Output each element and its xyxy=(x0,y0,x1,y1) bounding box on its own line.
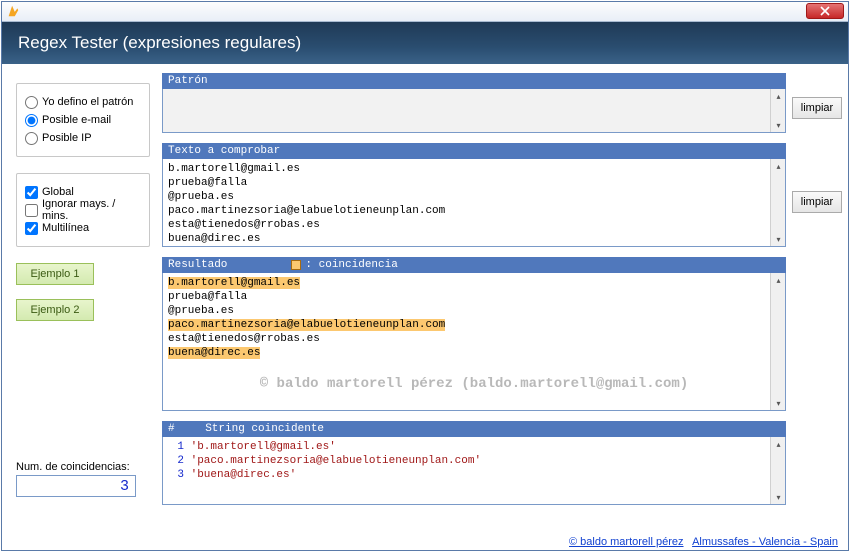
titlebar-left xyxy=(6,4,20,18)
pattern-input[interactable]: ▴▾ xyxy=(162,89,786,133)
close-button[interactable] xyxy=(806,3,844,19)
watermark: © baldo martorell pérez (baldo.martorell… xyxy=(260,376,688,392)
radio-define-label: Yo defino el patrón xyxy=(42,96,133,108)
pattern-mode-group: Yo defino el patrón Posible e-mail Posib… xyxy=(16,83,150,157)
match-legend-label: : coincidencia xyxy=(305,259,397,271)
result-text: b.martorell@gmail.esprueba@falla@prueba.… xyxy=(163,273,785,363)
table-text: 1 'b.martorell@gmail.es'2 'paco.martinez… xyxy=(163,437,785,485)
clear-pattern-button[interactable]: limpiar xyxy=(792,97,842,119)
match-count-label: Num. de coincidencias: xyxy=(16,461,150,473)
app-icon xyxy=(6,4,20,18)
radio-email[interactable]: Posible e-mail xyxy=(25,112,141,128)
radio-ip[interactable]: Posible IP xyxy=(25,130,141,146)
radio-define[interactable]: Yo defino el patrón xyxy=(25,94,141,110)
check-multiline[interactable]: Multilínea xyxy=(25,220,141,236)
footer-location-link[interactable]: Almussafes - Valencia - Spain xyxy=(692,536,838,548)
check-ignorecase[interactable]: Ignorar mays. / mins. xyxy=(25,202,141,218)
test-header: Texto a comprobar xyxy=(162,143,786,159)
pattern-header-label: Patrón xyxy=(168,75,208,87)
table-header: # String coincidente xyxy=(162,421,786,437)
test-input[interactable]: b.martorell@gmail.es prueba@falla @prueb… xyxy=(162,159,786,247)
close-icon xyxy=(820,6,830,16)
pattern-panel: Patrón ▴▾ xyxy=(162,73,786,133)
check-ignorecase-label: Ignorar mays. / mins. xyxy=(42,198,141,222)
table-output: 1 'b.martorell@gmail.es'2 'paco.martinez… xyxy=(162,437,786,505)
test-header-label: Texto a comprobar xyxy=(168,145,280,157)
result-header: Resultado : coincidencia xyxy=(162,257,786,273)
scrollbar[interactable]: ▴▾ xyxy=(770,89,785,132)
match-legend-swatch xyxy=(291,260,301,270)
flags-group: Global Ignorar mays. / mins. Multilínea xyxy=(16,173,150,247)
table-col-str: String coincidente xyxy=(205,423,324,435)
result-panel: Resultado : coincidencia b.martorell@gma… xyxy=(162,257,786,411)
test-panel: Texto a comprobar b.martorell@gmail.es p… xyxy=(162,143,786,247)
table-col-idx: # xyxy=(168,423,192,435)
check-multiline-label: Multilínea xyxy=(42,222,89,234)
footer-author-link[interactable]: © baldo martorell pérez xyxy=(569,536,684,548)
check-global-label: Global xyxy=(42,186,74,198)
clear-test-button[interactable]: limpiar xyxy=(792,191,842,213)
scrollbar[interactable]: ▴▾ xyxy=(770,273,785,410)
titlebar xyxy=(2,2,848,22)
example-1-button[interactable]: Ejemplo 1 xyxy=(16,263,94,285)
page-title: Regex Tester (expresiones regulares) xyxy=(2,22,848,64)
radio-email-label: Posible e-mail xyxy=(42,114,111,126)
example-2-button[interactable]: Ejemplo 2 xyxy=(16,299,94,321)
radio-ip-label: Posible IP xyxy=(42,132,92,144)
match-count-value: 3 xyxy=(16,475,136,497)
test-text: b.martorell@gmail.es prueba@falla @prueb… xyxy=(163,159,785,249)
scrollbar[interactable]: ▴▾ xyxy=(770,159,785,246)
scrollbar[interactable]: ▴▾ xyxy=(770,437,785,504)
pattern-text xyxy=(163,89,785,95)
result-output: b.martorell@gmail.esprueba@falla@prueba.… xyxy=(162,273,786,411)
app-window: Regex Tester (expresiones regulares) Yo … xyxy=(1,1,849,551)
footer: © baldo martorell pérez Almussafes - Val… xyxy=(569,536,838,548)
result-header-label: Resultado xyxy=(168,259,227,271)
table-panel: # String coincidente 1 'b.martorell@gmai… xyxy=(162,421,786,505)
pattern-header: Patrón xyxy=(162,73,786,89)
